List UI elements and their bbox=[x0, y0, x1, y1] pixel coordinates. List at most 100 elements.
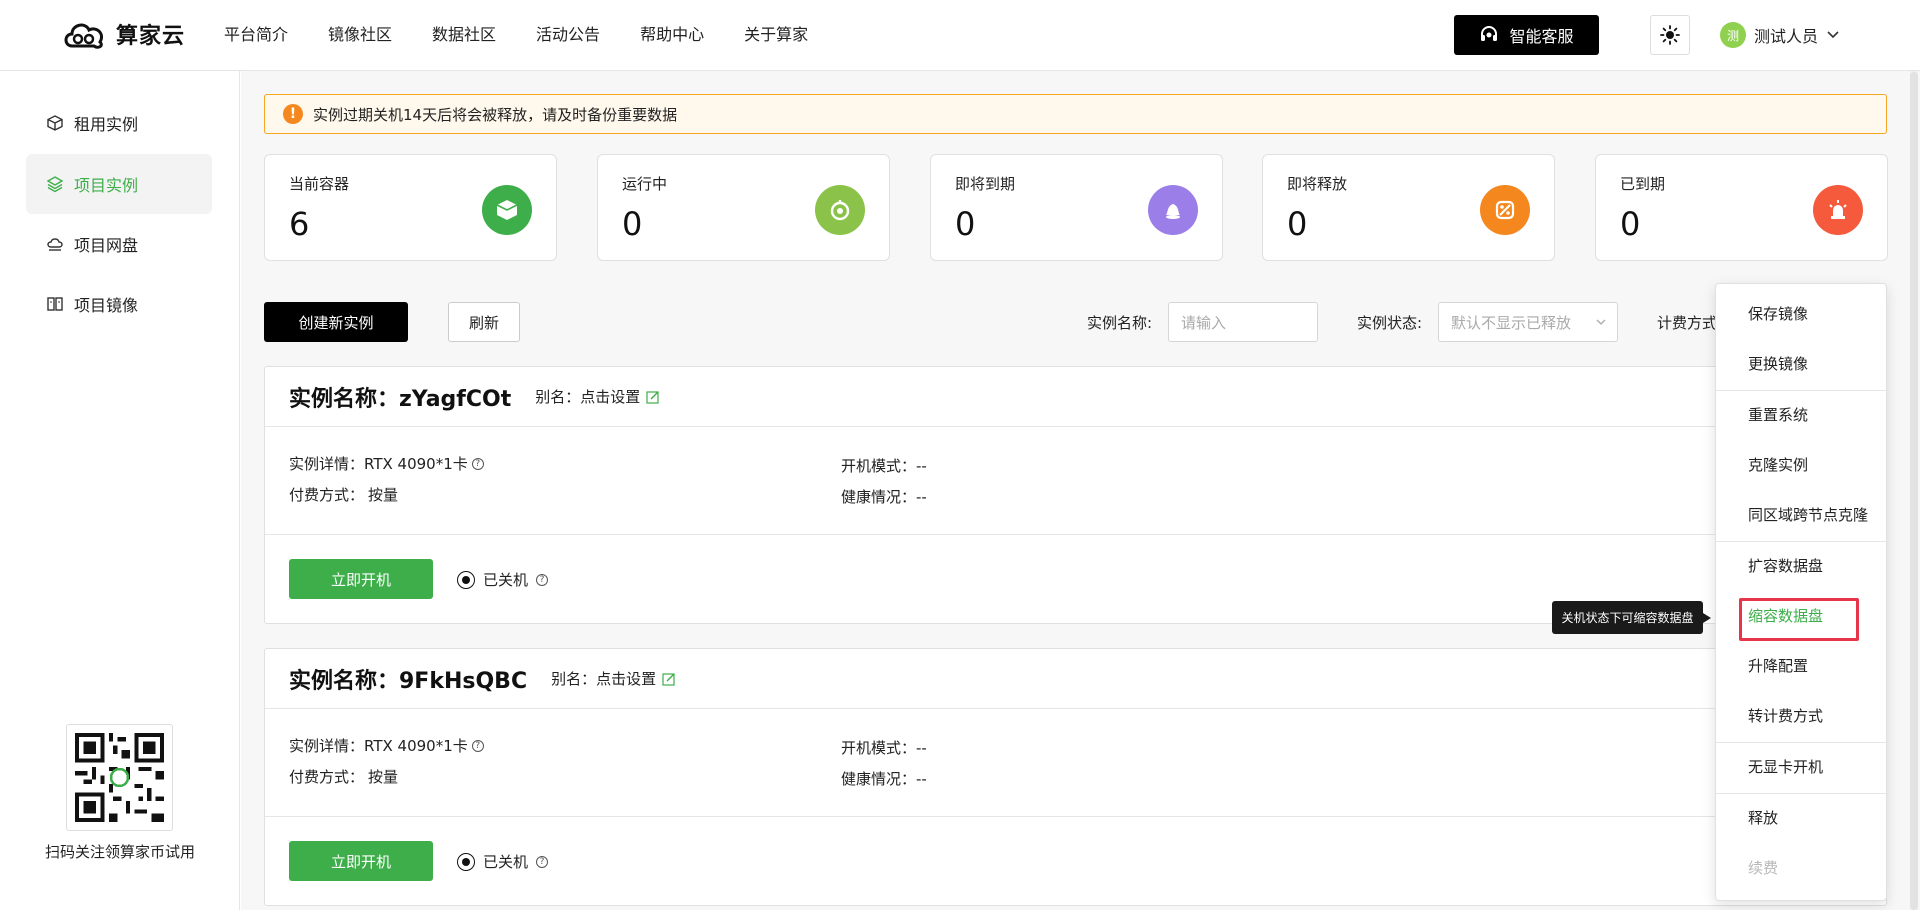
help-icon[interactable]: ? bbox=[471, 739, 484, 752]
create-instance-button[interactable]: 创建新实例 bbox=[264, 302, 408, 342]
alarm-icon bbox=[1813, 185, 1863, 235]
menu-item-cross-node-clone[interactable]: 同区域跨节点克隆 bbox=[1748, 505, 1868, 525]
billing-value: 按量 bbox=[368, 768, 399, 786]
menu-item-save-image[interactable]: 保存镜像 bbox=[1748, 304, 1808, 324]
help-icon[interactable]: ? bbox=[536, 573, 549, 586]
billing-label: 付费方式： bbox=[289, 486, 365, 504]
cube-icon bbox=[47, 115, 63, 131]
sun-icon bbox=[1660, 25, 1680, 45]
instance-card-footer: 立即开机 已关机 ? bbox=[265, 817, 1886, 905]
status-filter-select[interactable]: 默认不显示已释放 bbox=[1438, 302, 1618, 342]
nav-announcements[interactable]: 活动公告 bbox=[536, 22, 600, 48]
warning-icon: ! bbox=[283, 104, 303, 124]
nav-image-community[interactable]: 镜像社区 bbox=[328, 22, 392, 48]
stat-card-expiring: 即将到期 0 bbox=[930, 154, 1223, 261]
menu-item-expand-disk[interactable]: 扩容数据盘 bbox=[1748, 556, 1823, 576]
main-nav: 平台简介 镜像社区 数据社区 活动公告 帮助中心 关于算家 bbox=[224, 22, 848, 48]
scrollbar-thumb[interactable] bbox=[1910, 72, 1918, 910]
start-now-button[interactable]: 立即开机 bbox=[289, 559, 433, 599]
instance-card: 实例名称：9FkHsQBC 别名：点击设置 实例详情：RTX 4090*1卡 ?… bbox=[264, 648, 1887, 906]
status-label: 已关机 bbox=[483, 853, 529, 871]
expiry-notice: ! 实例过期关机14天后将会被释放，请及时备份重要数据 bbox=[264, 94, 1887, 134]
menu-item-change-config[interactable]: 升降配置 bbox=[1748, 656, 1808, 676]
sidebar-item-label: 项目镜像 bbox=[74, 296, 139, 315]
smart-service-button[interactable]: 智能客服 bbox=[1454, 15, 1599, 55]
layers-icon bbox=[46, 176, 64, 193]
avatar: 测 bbox=[1720, 22, 1746, 48]
nav-data-community[interactable]: 数据社区 bbox=[432, 22, 496, 48]
status-label: 已关机 bbox=[483, 571, 529, 589]
stat-card-releasing: 即将释放 0 bbox=[1262, 154, 1555, 261]
instance-detail: 实例详情：RTX 4090*1卡 ? bbox=[289, 453, 484, 474]
start-now-button[interactable]: 立即开机 bbox=[289, 841, 433, 881]
menu-item-reset-system[interactable]: 重置系统 bbox=[1748, 405, 1808, 425]
sidebar-item-project-image[interactable]: 项目镜像 bbox=[26, 274, 212, 334]
sidebar-item-rent-instance[interactable]: 租用实例 bbox=[26, 93, 212, 153]
alias-setting[interactable]: 别名：点击设置 bbox=[535, 386, 660, 407]
menu-divider bbox=[1716, 742, 1888, 743]
stat-label: 即将释放 bbox=[1287, 175, 1348, 193]
name-filter-label: 实例名称: bbox=[1087, 314, 1153, 332]
bell-icon bbox=[1148, 185, 1198, 235]
boot-mode: 开机模式：-- bbox=[841, 739, 927, 757]
container-icon bbox=[482, 185, 532, 235]
menu-item-clone-instance[interactable]: 克隆实例 bbox=[1748, 455, 1808, 475]
highlight-box bbox=[1739, 598, 1859, 641]
instance-card-body: 实例详情：RTX 4090*1卡 ? 付费方式： 按量 开机模式：-- 健康情况… bbox=[265, 709, 1886, 817]
help-icon[interactable]: ? bbox=[471, 457, 484, 470]
name-filter-input[interactable]: 请输入 bbox=[1168, 302, 1318, 342]
alias-label: 别名：点击设置 bbox=[551, 670, 657, 688]
nav-platform-intro[interactable]: 平台简介 bbox=[224, 22, 288, 48]
user-menu[interactable]: 测 测试人员 bbox=[1720, 22, 1840, 48]
stat-value: 0 bbox=[622, 205, 643, 243]
instance-detail-text: 实例详情：RTX 4090*1卡 bbox=[289, 737, 468, 755]
qr-code-icon bbox=[75, 733, 164, 822]
health-status: 健康情况：-- bbox=[841, 770, 927, 788]
sidebar: 租用实例 项目实例 项目网盘 项目镜像 扫码关注领算家币试用 bbox=[0, 71, 240, 910]
billing-value: 按量 bbox=[368, 486, 399, 504]
alias-setting[interactable]: 别名：点击设置 bbox=[551, 668, 676, 689]
nav-about[interactable]: 关于算家 bbox=[744, 22, 808, 48]
instance-card: 实例名称：zYagfCOt 别名：点击设置 实例详情：RTX 4090*1卡 ?… bbox=[264, 366, 1887, 624]
status-radio-icon bbox=[457, 570, 475, 589]
stat-value: 0 bbox=[1620, 205, 1641, 243]
cloud-disk-icon bbox=[47, 238, 63, 251]
instance-detail-text: 实例详情：RTX 4090*1卡 bbox=[289, 455, 468, 473]
sidebar-item-project-instance[interactable]: 项目实例 bbox=[26, 154, 212, 214]
instance-action-menu: 保存镜像 更换镜像 重置系统 克隆实例 同区域跨节点克隆 扩容数据盘 缩容数据盘… bbox=[1715, 283, 1888, 901]
menu-item-change-billing[interactable]: 转计费方式 bbox=[1748, 706, 1823, 726]
status-filter-value: 默认不显示已释放 bbox=[1451, 313, 1572, 332]
power-status: 已关机 ? bbox=[457, 851, 549, 872]
menu-item-gpu-less-boot[interactable]: 无显卡开机 bbox=[1748, 757, 1823, 777]
stat-card-current: 当前容器 6 bbox=[264, 154, 557, 261]
refresh-button[interactable]: 刷新 bbox=[448, 302, 520, 342]
brand-name: 算家云 bbox=[116, 24, 186, 49]
stat-label: 运行中 bbox=[622, 175, 668, 193]
edit-icon[interactable] bbox=[662, 672, 676, 686]
power-status: 已关机 ? bbox=[457, 569, 549, 590]
stat-card-expired: 已到期 0 bbox=[1595, 154, 1888, 261]
edit-icon[interactable] bbox=[646, 390, 660, 404]
sidebar-item-label: 租用实例 bbox=[74, 115, 139, 134]
status-radio-icon bbox=[457, 852, 475, 871]
image-icon bbox=[47, 297, 63, 311]
menu-item-change-image[interactable]: 更换镜像 bbox=[1748, 354, 1808, 374]
release-icon bbox=[1480, 185, 1530, 235]
billing-filter-label: 计费方式 bbox=[1657, 314, 1718, 332]
menu-divider bbox=[1716, 390, 1888, 391]
nav-help-center[interactable]: 帮助中心 bbox=[640, 22, 704, 48]
menu-item-release[interactable]: 释放 bbox=[1748, 808, 1778, 828]
wechat-qr-code bbox=[66, 724, 173, 831]
sidebar-item-project-disk[interactable]: 项目网盘 bbox=[26, 214, 212, 274]
billing-method: 付费方式： 按量 bbox=[289, 484, 398, 505]
menu-divider bbox=[1716, 793, 1888, 794]
instance-detail: 实例详情：RTX 4090*1卡 ? bbox=[289, 735, 484, 756]
stat-label: 已到期 bbox=[1620, 175, 1666, 193]
instance-card-header: 实例名称：zYagfCOt 别名：点击设置 bbox=[265, 367, 1886, 427]
theme-toggle-button[interactable] bbox=[1650, 15, 1690, 55]
instance-title: 实例名称：zYagfCOt bbox=[289, 386, 512, 412]
notice-text: 实例过期关机14天后将会被释放，请及时备份重要数据 bbox=[313, 105, 678, 124]
brand-logo[interactable]: 算家云 bbox=[62, 12, 185, 56]
help-icon[interactable]: ? bbox=[536, 855, 549, 868]
running-timer-icon bbox=[815, 185, 865, 235]
